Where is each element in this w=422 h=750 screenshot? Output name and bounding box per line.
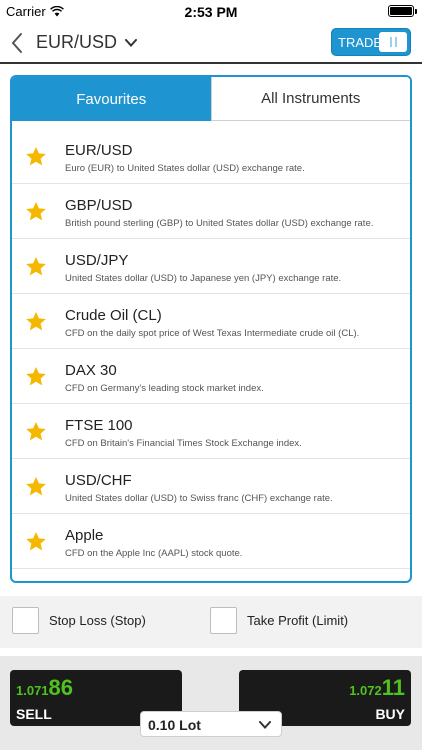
order-options: Stop Loss (Stop) Take Profit (Limit) xyxy=(0,596,422,648)
instrument-description: CFD on Britain's Financial Times Stock E… xyxy=(65,438,302,449)
chevron-down-icon xyxy=(259,721,271,729)
instrument-name: EUR/USD xyxy=(65,142,133,159)
page-title: EUR/USD xyxy=(36,32,118,52)
buy-price-main: 11 xyxy=(381,675,405,700)
instrument-row[interactable]: Apple CFD on the Apple Inc (AAPL) stock q… xyxy=(12,514,410,569)
take-profit-label: Take Profit (Limit) xyxy=(247,613,349,628)
instrument-row[interactable]: FTSE 100 CFD on Britain's Financial Times… xyxy=(12,404,410,459)
trade-bar: 1.07186 SELL 1.07211 BUY 0.10 Lot xyxy=(0,656,422,750)
instrument-description: Euro (EUR) to United States dollar (USD)… xyxy=(65,163,305,174)
chevron-down-icon xyxy=(125,38,138,47)
trade-toggle[interactable]: TRADE xyxy=(331,28,411,56)
star-icon[interactable] xyxy=(25,476,47,497)
instrument-description: United States dollar (USD) to Japanese y… xyxy=(65,273,342,284)
buy-label: BUY xyxy=(375,706,405,722)
instrument-description: United States dollar (USD) to Swiss fran… xyxy=(65,493,333,504)
instrument-row[interactable]: Crude Oil (CL) CFD on the daily spot pric… xyxy=(12,294,410,349)
instrument-name: Crude Oil (CL) xyxy=(65,307,162,324)
clock: 2:53 PM xyxy=(184,4,238,20)
lot-size-select[interactable]: 0.10 Lot xyxy=(140,711,282,737)
battery-icon xyxy=(388,5,417,17)
instrument-row[interactable]: USD/CHF United States dollar (USD) to Swi… xyxy=(12,459,410,514)
instrument-name: USD/CHF xyxy=(65,472,132,489)
instrument-name: USD/JPY xyxy=(65,252,129,269)
chevron-left-icon[interactable] xyxy=(8,31,26,55)
star-icon[interactable] xyxy=(25,201,47,222)
star-icon[interactable] xyxy=(25,311,47,332)
status-bar: Carrier 2:53 PM xyxy=(0,0,422,22)
instrument-row[interactable]: USD/JPY United States dollar (USD) to Jap… xyxy=(12,239,410,294)
nav-header: EUR/USD TRADE xyxy=(0,22,422,64)
buy-price: 1.07211 xyxy=(349,675,405,701)
sell-price-prefix: 1.071 xyxy=(16,683,49,698)
toggle-knob xyxy=(379,32,407,52)
stop-loss-checkbox[interactable] xyxy=(12,607,39,634)
tab-bar: Favourites All Instruments xyxy=(12,77,410,121)
instrument-row[interactable]: EUR/USD Euro (EUR) to United States dolla… xyxy=(12,129,410,184)
tab-favourites[interactable]: Favourites xyxy=(12,77,211,121)
lot-size-value: 0.10 Lot xyxy=(148,717,201,733)
instrument-name: Apple xyxy=(65,527,104,544)
instrument-row[interactable]: GBP/USD British pound sterling (GBP) to U… xyxy=(12,184,410,239)
instrument-description: British pound sterling (GBP) to United S… xyxy=(65,218,374,229)
instrument-description: CFD on the Apple Inc (AAPL) stock quote. xyxy=(65,548,243,559)
stop-loss-label: Stop Loss (Stop) xyxy=(49,613,146,628)
tab-all-instruments[interactable]: All Instruments xyxy=(210,77,410,121)
instrument-name: DAX 30 xyxy=(65,362,117,379)
star-icon[interactable] xyxy=(25,146,47,167)
instrument-description: CFD on Germany's leading stock market in… xyxy=(65,383,264,394)
buy-price-prefix: 1.072 xyxy=(349,683,382,698)
take-profit-checkbox[interactable] xyxy=(210,607,237,634)
instrument-row[interactable]: DAX 30 CFD on Germany's leading stock mar… xyxy=(12,349,410,404)
instrument-panel: Favourites All Instruments EUR/USD Euro (… xyxy=(10,75,412,583)
star-icon[interactable] xyxy=(25,531,47,552)
instrument-selector[interactable]: EUR/USD xyxy=(36,32,138,53)
instrument-name: FTSE 100 xyxy=(65,417,133,434)
stop-loss-option[interactable]: Stop Loss (Stop) xyxy=(12,607,146,634)
take-profit-option[interactable]: Take Profit (Limit) xyxy=(210,607,348,634)
sell-price-main: 86 xyxy=(48,675,74,700)
star-icon[interactable] xyxy=(25,256,47,277)
star-icon[interactable] xyxy=(25,366,47,387)
instrument-description: CFD on the daily spot price of West Texa… xyxy=(65,328,360,339)
trade-toggle-label: TRADE xyxy=(338,35,383,50)
sell-label: SELL xyxy=(16,706,52,722)
instrument-name: GBP/USD xyxy=(65,197,133,214)
star-icon[interactable] xyxy=(25,421,47,442)
instrument-list: EUR/USD Euro (EUR) to United States dolla… xyxy=(12,129,410,569)
sell-price: 1.07186 xyxy=(16,675,73,701)
